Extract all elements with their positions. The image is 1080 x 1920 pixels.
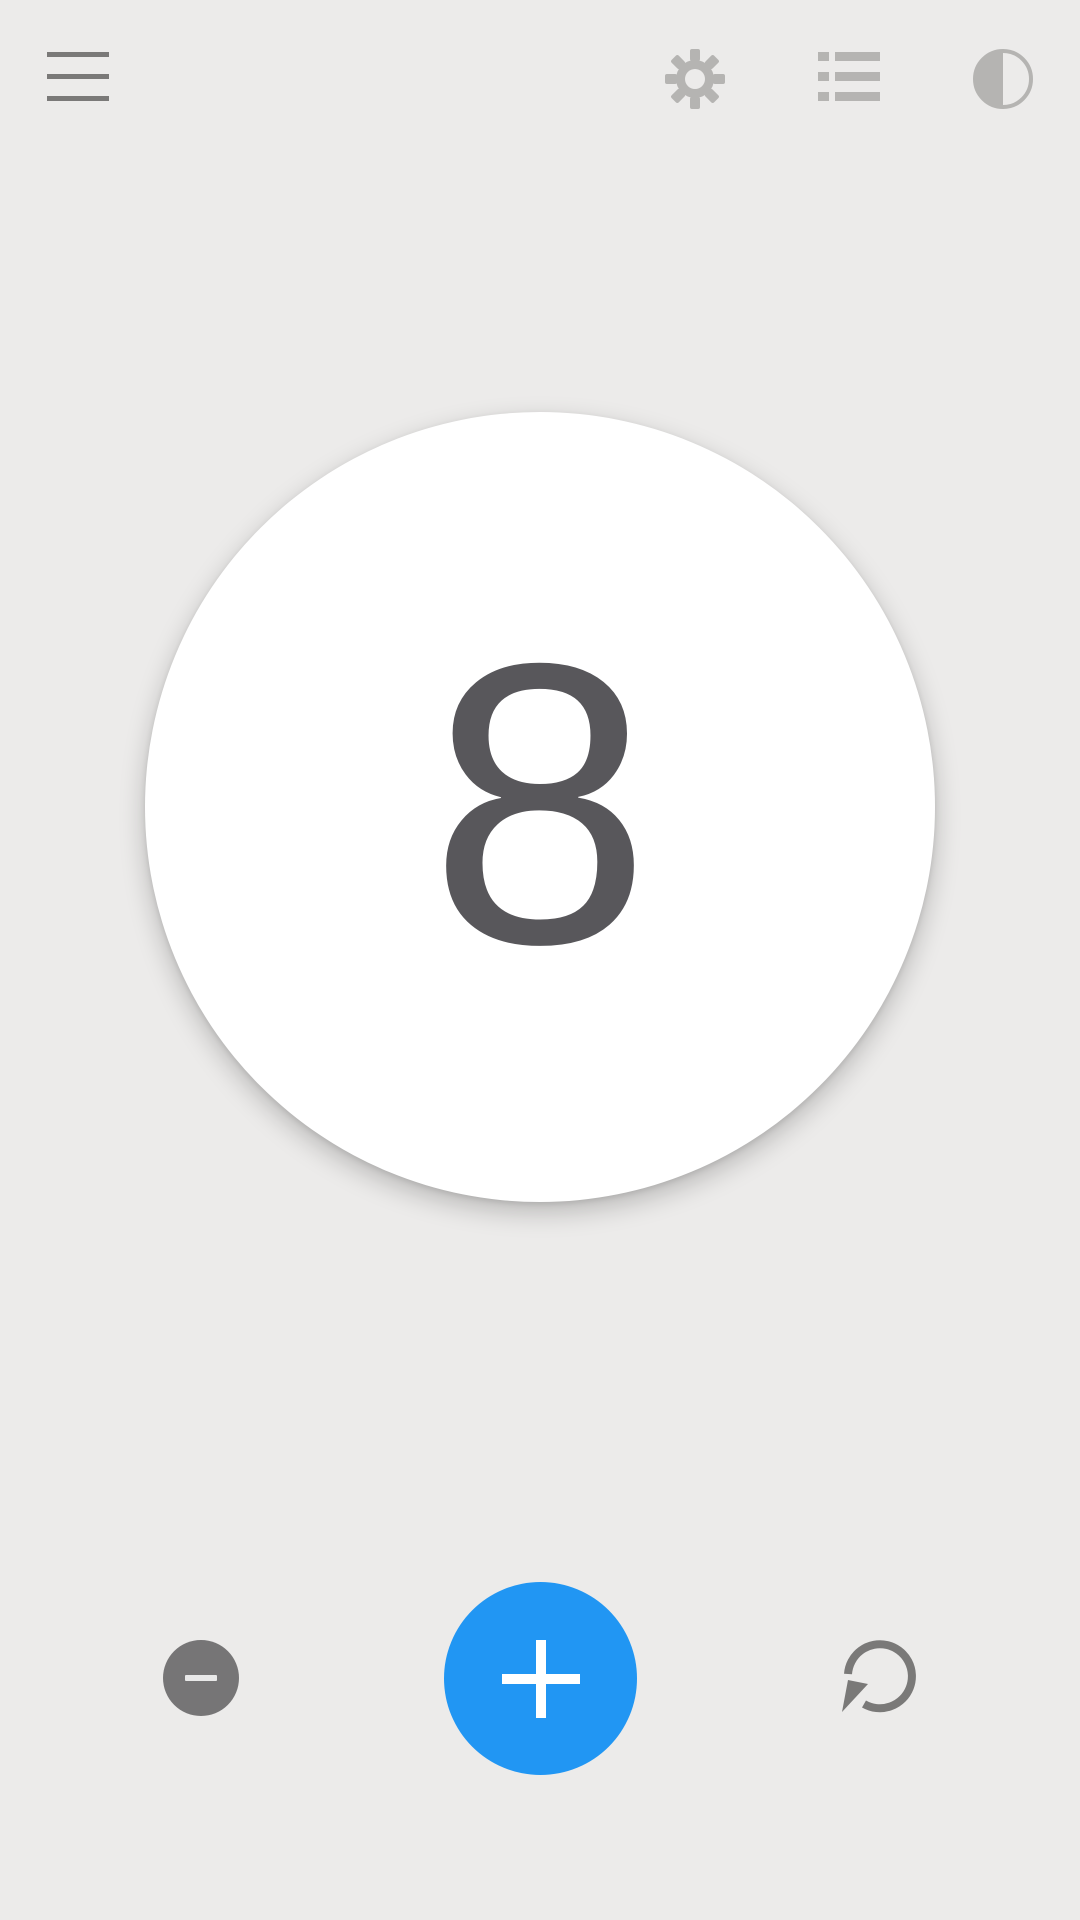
list-icon bbox=[818, 52, 880, 101]
counter-value: 8 bbox=[428, 580, 652, 1027]
theme-toggle-button[interactable] bbox=[966, 42, 1040, 116]
top-toolbar bbox=[0, 0, 1080, 160]
reset-icon bbox=[842, 1640, 916, 1713]
history-list-button[interactable] bbox=[812, 44, 886, 110]
menu-button[interactable] bbox=[40, 44, 116, 110]
minus-icon bbox=[185, 1675, 217, 1681]
settings-button[interactable] bbox=[658, 42, 732, 116]
increment-button[interactable] bbox=[444, 1582, 637, 1775]
reset-button[interactable] bbox=[838, 1636, 922, 1720]
menu-icon bbox=[47, 52, 109, 101]
decrement-button[interactable] bbox=[163, 1640, 239, 1716]
gear-icon bbox=[665, 49, 725, 109]
theme-contrast-icon bbox=[973, 49, 1033, 109]
counter-display[interactable]: 8 bbox=[145, 412, 935, 1202]
plus-icon bbox=[501, 1639, 580, 1718]
